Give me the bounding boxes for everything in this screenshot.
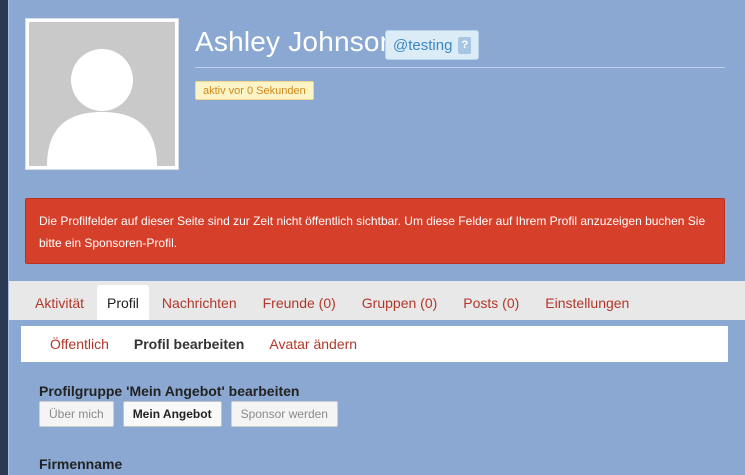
tab-profil[interactable]: Profil: [97, 285, 149, 320]
profile-tabs: Aktivität Profil Nachrichten Freunde (0)…: [9, 281, 745, 320]
profile-subnav: Öffentlich Profil bearbeiten Avatar ände…: [21, 326, 728, 362]
group-ueber-mich-button[interactable]: Über mich: [39, 401, 114, 427]
group-sponsor-werden-button[interactable]: Sponsor werden: [230, 401, 338, 427]
activity-badge: aktiv vor 0 Sekunden: [195, 81, 314, 100]
tab-einstellungen[interactable]: Einstellungen: [532, 285, 642, 320]
tab-aktivitaet[interactable]: Aktivität: [9, 285, 97, 320]
tab-nachrichten[interactable]: Nachrichten: [149, 285, 250, 320]
header-divider: [195, 67, 725, 68]
tab-posts[interactable]: Posts (0): [450, 285, 532, 320]
avatar[interactable]: [25, 18, 179, 170]
avatar-placeholder-icon: [29, 22, 175, 166]
profile-name: Ashley Johnson: [195, 26, 396, 57]
group-mein-angebot-button[interactable]: Mein Angebot: [122, 401, 222, 427]
subnav-profil-bearbeiten[interactable]: Profil bearbeiten: [134, 336, 244, 352]
firmenname-label: Firmenname: [39, 456, 123, 472]
subnav-avatar-aendern[interactable]: Avatar ändern: [269, 336, 357, 352]
profile-group-buttons: Über mich Mein Angebot Sponsor werden: [39, 401, 347, 427]
username-badge: @testing ?: [385, 30, 480, 60]
profile-group-title: Profilgruppe 'Mein Angebot' bearbeiten: [39, 383, 300, 399]
profile-page: Ashley Johnson @testing ? aktiv vor 0 Se…: [8, 0, 745, 475]
help-icon[interactable]: ?: [458, 36, 472, 54]
tab-freunde[interactable]: Freunde (0): [250, 285, 349, 320]
tab-gruppen[interactable]: Gruppen (0): [349, 285, 450, 320]
subnav-oeffentlich[interactable]: Öffentlich: [50, 336, 109, 352]
username-text: @testing: [393, 36, 453, 54]
visibility-notice: Die Profilfelder auf dieser Seite sind z…: [25, 198, 725, 264]
